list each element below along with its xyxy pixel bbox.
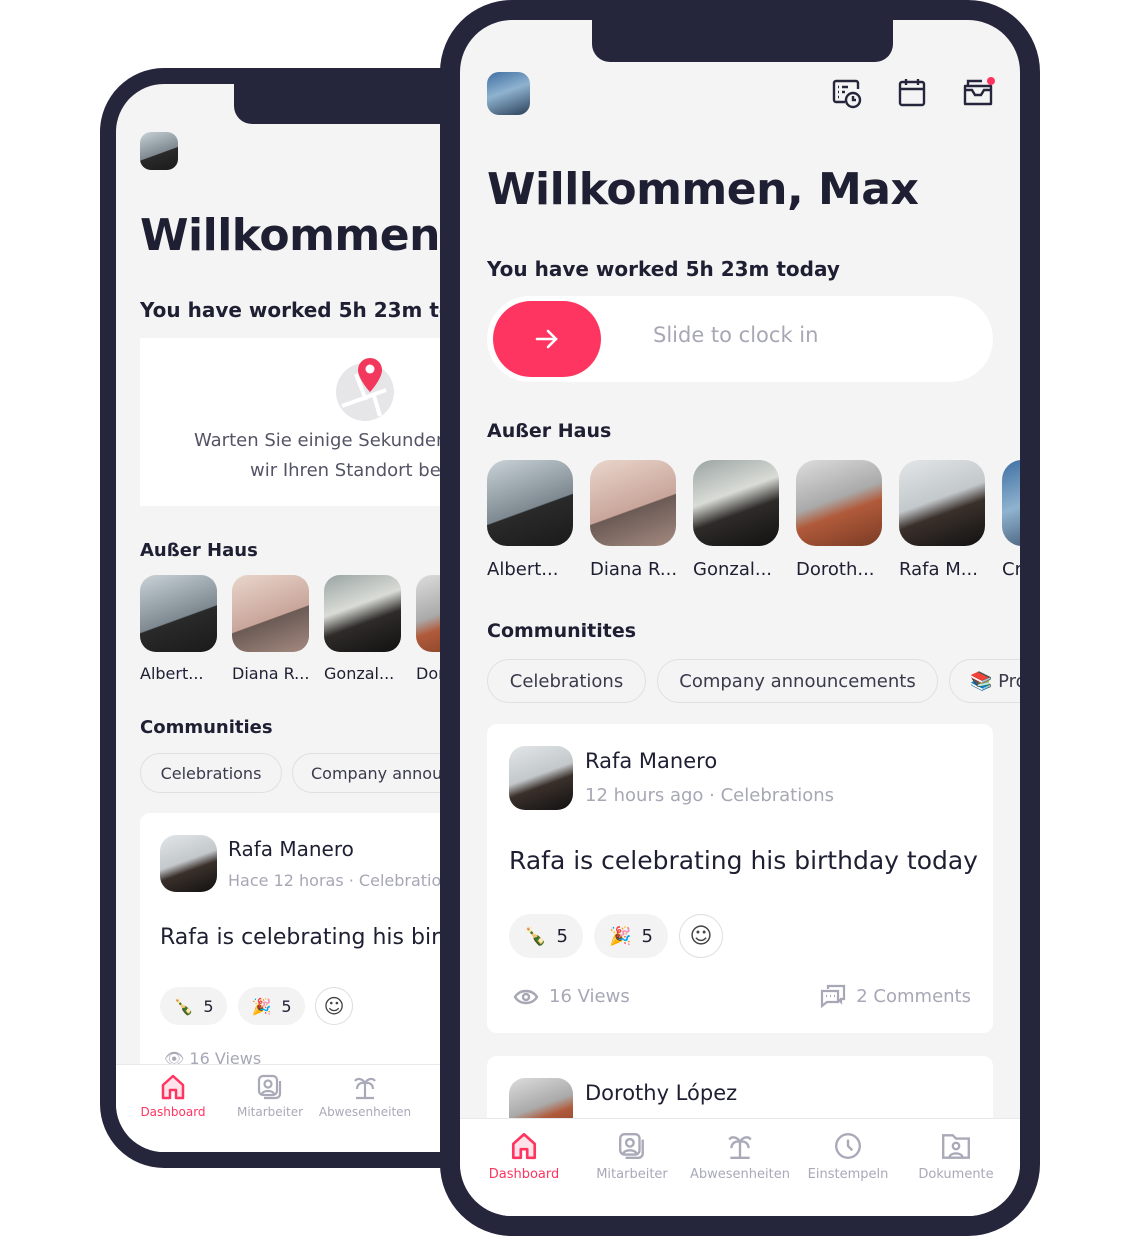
documents-icon [942,1134,970,1159]
post-meta: Hace 12 horas · Celebrations [228,871,460,890]
person-avatar[interactable] [796,460,882,546]
out-of-office-heading: Außer Haus [487,420,612,442]
person-name: Albert... [487,559,559,580]
person-name: Gonzal... [693,559,773,580]
employees-icon [257,1074,282,1100]
user-avatar[interactable] [140,132,178,170]
nav-dashboard[interactable]: Dashboard [460,1131,588,1216]
notch [592,20,893,62]
reaction-party[interactable]: 🎉 5 [238,987,305,1025]
reaction-party[interactable]: 🎉 5 [594,914,668,958]
person-avatar[interactable] [693,460,779,546]
community-chip[interactable]: Celebrations [140,753,282,793]
post-author: Dorothy López [585,1081,738,1105]
add-reaction-button[interactable]: ☺ [315,987,353,1025]
party-icon: 🎉 [251,996,272,1016]
reaction-champagne[interactable]: 🍾 5 [509,914,583,958]
clock-in-slider[interactable]: Slide to clock in [487,296,993,382]
champagne-icon: 🍾 [173,996,194,1016]
communities-heading: Communitites [487,620,637,642]
worked-time: You have worked 5h 23m today [487,257,840,281]
nav-label: Mitarbeiter [236,1105,304,1119]
author-avatar [509,746,573,810]
home-icon [161,1074,185,1100]
out-of-office-heading: Außer Haus [140,540,258,561]
nav-label: Dashboard [488,1167,560,1182]
reaction-count: 5 [281,996,292,1016]
arrow-right-icon [535,329,558,349]
nav-mitarbeiter[interactable]: Mitarbeiter [588,1131,676,1216]
welcome-title: Willkommen, Max [487,164,919,215]
nav-label: Dashboard [140,1105,206,1119]
community-chip[interactable]: 📚 Pro [949,659,1020,703]
party-icon: 🎉 [609,925,632,947]
post-views: 16 Views [513,986,630,1007]
community-chip[interactable]: Company announcements [657,659,938,703]
person-avatar[interactable] [590,460,676,546]
person-avatar[interactable] [140,575,217,652]
champagne-icon: 🍾 [524,925,547,947]
person-name: Cr [1002,559,1020,580]
slider-label: Slide to clock in [653,323,819,347]
palm-tree-icon [354,1077,376,1100]
post-meta: 12 hours ago · Celebrations [585,785,835,806]
inbox-icon[interactable] [962,76,996,108]
post-body: Rafa is celebrating his birthday today [509,846,978,875]
community-chip[interactable]: Celebrations [487,659,646,703]
reaction-champagne[interactable]: 🍾 5 [160,987,227,1025]
nav-abwesenheiten[interactable]: Abwesenheiten [676,1131,804,1216]
nav-dokumente[interactable]: Dokumente [892,1131,1020,1216]
nav-label: Abwesenheiten [690,1167,790,1182]
post-comments[interactable]: 2 Comments [820,984,971,1008]
nav-label: Dokumente [918,1167,994,1182]
nav-dashboard[interactable]: Dashboard [116,1073,230,1152]
communities-heading: Communities [140,717,273,738]
nav-einstempeln[interactable]: Einstempeln [804,1131,892,1216]
person-name: Diana R... [590,559,678,580]
person-avatar[interactable] [324,575,401,652]
post-community: Celebrations [720,785,835,806]
post-author: Rafa Manero [585,749,718,773]
views-count: 16 Views [549,986,630,1007]
person-avatar[interactable] [232,575,309,652]
map-pin-icon [336,358,394,421]
eye-icon [513,989,539,1004]
bottom-nav: Dashboard Mitarbeiter Abwesenheiten Eins… [460,1118,1020,1216]
employees-icon [619,1133,644,1159]
author-avatar [160,835,217,892]
nav-abwesenheiten[interactable]: Abwesenheiten [310,1073,420,1152]
timesheet-icon[interactable] [831,78,863,110]
comments-count: 2 Comments [856,985,971,1007]
reaction-count: 5 [203,996,214,1016]
user-avatar[interactable] [487,72,530,115]
post-time: Hace 12 horas [228,871,344,890]
person-name: Diana R... [232,664,310,683]
person-name: Doroth... [796,559,875,580]
calendar-icon[interactable] [898,78,926,108]
person-name: Albert... [140,664,204,683]
nav-mitarbeiter[interactable]: Mitarbeiter [230,1073,310,1152]
post-author: Rafa Manero [228,837,354,861]
slider-knob[interactable] [493,301,601,377]
add-reaction-button[interactable]: ☺ [679,914,723,958]
reaction-count: 5 [641,925,653,947]
front-phone-screen: Willkommen, Max You have worked 5h 23m t… [460,20,1020,1216]
comments-icon [821,984,846,1008]
nav-label: Abwesenheiten [318,1105,412,1119]
reaction-count: 5 [556,925,568,947]
post-card[interactable]: Rafa Manero 12 hours ago · Celebrations … [487,724,993,1033]
post-time: 12 hours ago [585,785,704,806]
palm-tree-icon [728,1136,752,1159]
nav-label: Mitarbeiter [596,1167,668,1182]
person-avatar[interactable] [1002,460,1020,546]
person-name: Rafa M... [899,559,978,580]
clock-icon [835,1133,861,1159]
person-name: Gonzal... [324,664,395,683]
nav-label: Einstempeln [807,1167,889,1182]
person-avatar[interactable] [899,460,985,546]
home-icon [511,1132,537,1160]
person-avatar[interactable] [487,460,573,546]
